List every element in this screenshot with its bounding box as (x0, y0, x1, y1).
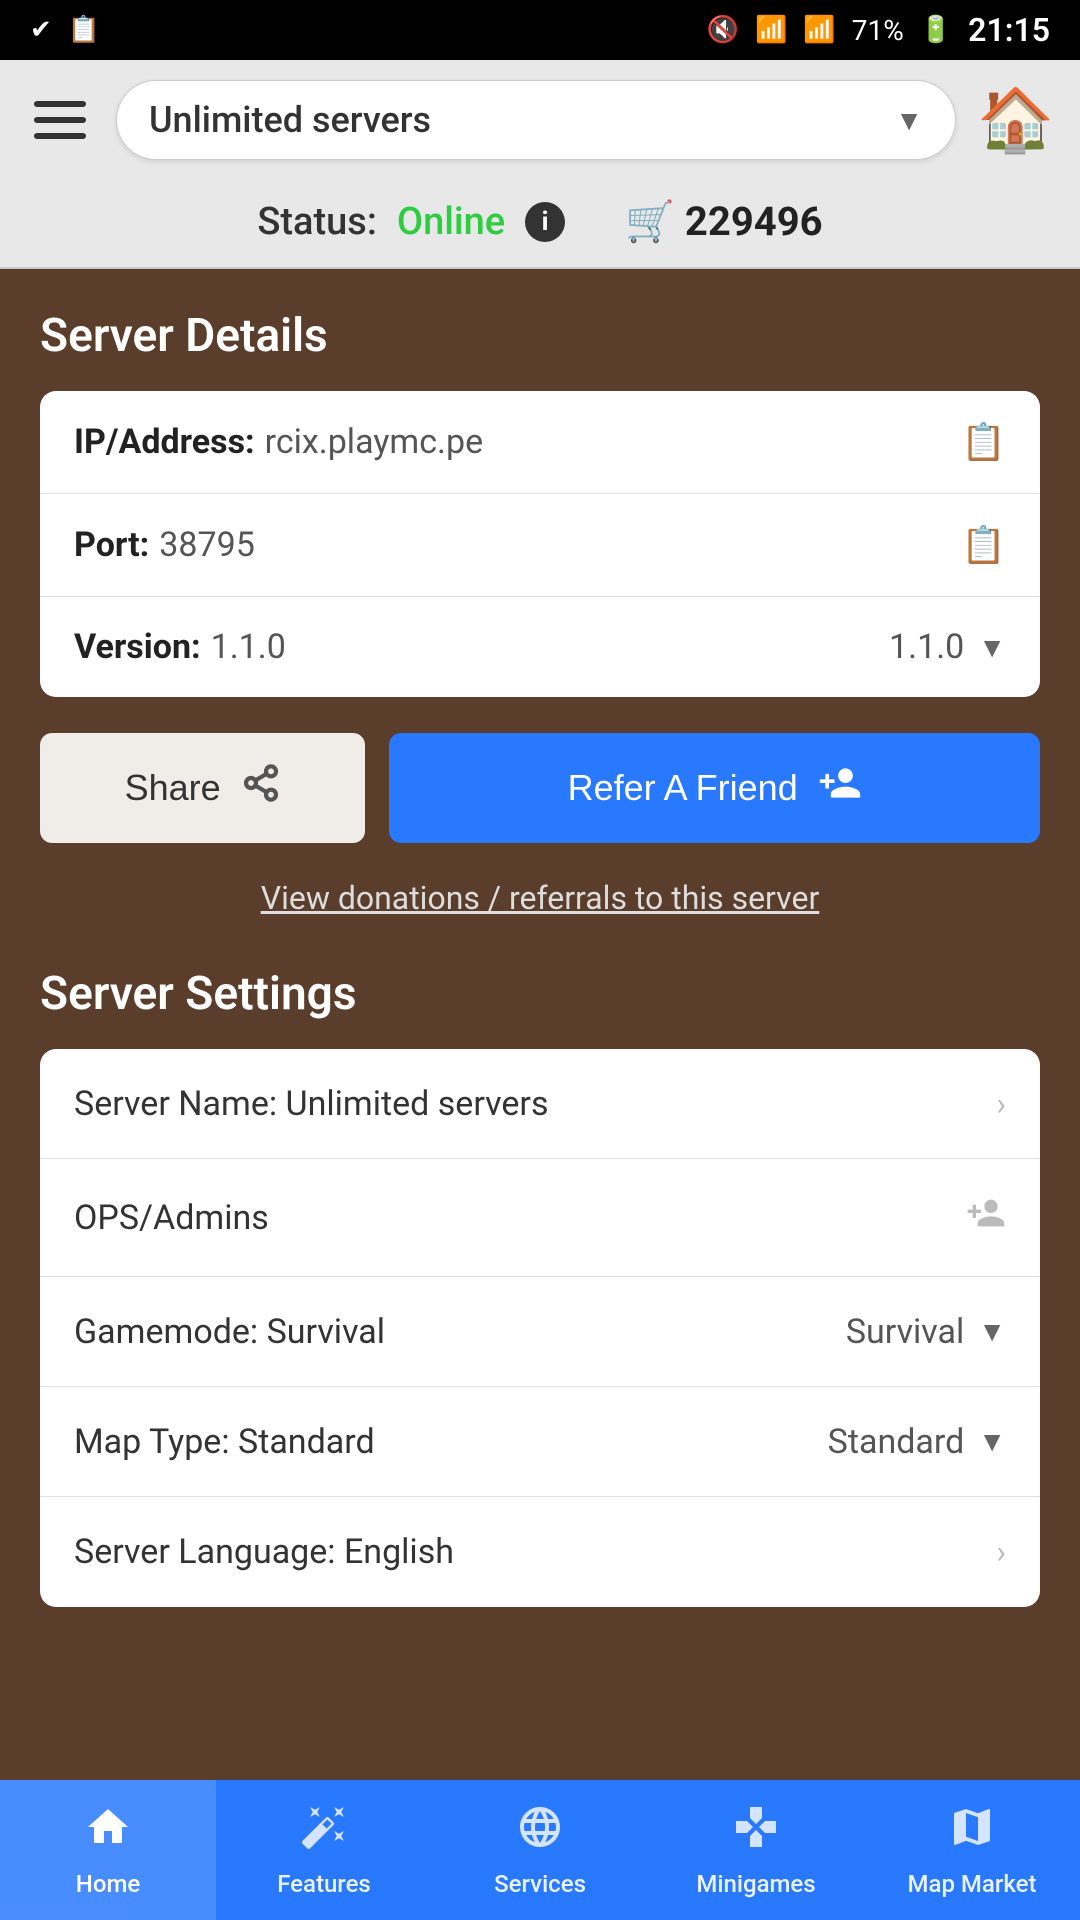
nav-minigames-icon (732, 1803, 780, 1862)
maptype-value: Standard (828, 1422, 965, 1462)
app-icon-1: ✔ (30, 15, 52, 45)
nav-home-label: Home (76, 1870, 140, 1898)
settings-language-arrow-icon: › (996, 1533, 1006, 1571)
server-dropdown-label: Unlimited servers (149, 99, 431, 141)
ip-row: IP/Address: rcix.playmc.pe 📋 (40, 391, 1040, 494)
version-selected-label: 1.1.0 (889, 627, 964, 667)
gamemode-dropdown[interactable]: Survival ▼ (846, 1312, 1006, 1352)
gamemode-arrow-icon: ▼ (978, 1315, 1006, 1348)
status-value: Online (397, 200, 505, 244)
ip-value: rcix.playmc.pe (265, 422, 962, 462)
settings-row-ops[interactable]: OPS/Admins (40, 1159, 1040, 1277)
nav-item-services[interactable]: Services (432, 1780, 648, 1920)
signal-icon: 📶 (803, 15, 835, 45)
server-settings-card: Server Name: Unlimited servers › OPS/Adm… (40, 1049, 1040, 1607)
nav-item-minigames[interactable]: Minigames (648, 1780, 864, 1920)
wifi-icon: 📶 (755, 15, 787, 45)
nav-map-market-label: Map Market (908, 1870, 1037, 1898)
maptype-dropdown[interactable]: Standard ▼ (828, 1422, 1006, 1462)
port-copy-icon[interactable]: 📋 (961, 524, 1006, 566)
battery-icon: 🔋 (920, 15, 952, 45)
status-row: Status: Online i 🛒 229496 (0, 180, 1080, 269)
settings-language-label: Server Language: English (74, 1532, 996, 1572)
app-icon-2: 📋 (68, 15, 100, 45)
refer-button-label: Refer A Friend (568, 767, 798, 809)
battery-label: 71% (852, 14, 904, 47)
version-value: 1.1.0 (211, 627, 889, 667)
nav-item-map-market[interactable]: Map Market (864, 1780, 1080, 1920)
server-details-card: IP/Address: rcix.playmc.pe 📋 Port: 38795… (40, 391, 1040, 697)
nav-features-icon (300, 1803, 348, 1862)
cart-section[interactable]: 🛒 229496 (625, 198, 823, 245)
settings-name-arrow-icon: › (996, 1085, 1006, 1123)
ip-label: IP/Address: (74, 422, 255, 462)
share-button-label: Share (125, 767, 221, 809)
port-value: 38795 (159, 525, 961, 565)
server-dropdown-arrow-icon: ▼ (895, 104, 923, 137)
share-button[interactable]: Share (40, 733, 365, 843)
settings-maptype-label: Map Type: Standard (74, 1422, 828, 1462)
hamburger-line-3 (34, 133, 86, 139)
nav-item-features[interactable]: Features (216, 1780, 432, 1920)
nav-services-label: Services (494, 1870, 586, 1898)
share-icon (241, 763, 281, 813)
donations-link-section: View donations / referrals to this serve… (40, 879, 1040, 917)
server-settings-title: Server Settings (40, 967, 1040, 1021)
settings-row-gamemode[interactable]: Gamemode: Survival Survival ▼ (40, 1277, 1040, 1387)
donations-link[interactable]: View donations / referrals to this serve… (261, 879, 820, 917)
cart-icon: 🛒 (625, 198, 675, 245)
ip-copy-icon[interactable]: 📋 (961, 421, 1006, 463)
nav-minigames-label: Minigames (696, 1870, 815, 1898)
hamburger-menu[interactable] (24, 91, 96, 149)
server-details-title: Server Details (40, 309, 1040, 363)
refer-friend-icon (818, 761, 862, 815)
home-icon: 🏠 (977, 84, 1054, 157)
version-dropdown[interactable]: 1.1.0 ▼ (889, 627, 1006, 667)
bottom-nav: Home Features Services Minigames (0, 1780, 1080, 1920)
info-icon-label: i (542, 207, 549, 237)
refer-button[interactable]: Refer A Friend (389, 733, 1040, 843)
main-content: Server Details IP/Address: rcix.playmc.p… (0, 269, 1080, 1803)
nav-features-label: Features (277, 1870, 371, 1898)
status-bar: ✔ 📋 🔇 📶 📶 71% 🔋 21:15 (0, 0, 1080, 60)
settings-gamemode-label: Gamemode: Survival (74, 1312, 846, 1352)
settings-row-language[interactable]: Server Language: English › (40, 1497, 1040, 1607)
hamburger-line-2 (34, 117, 86, 123)
settings-row-name[interactable]: Server Name: Unlimited servers › (40, 1049, 1040, 1159)
action-buttons: Share Refer A Friend (40, 733, 1040, 843)
port-label: Port: (74, 525, 149, 565)
version-dropdown-arrow-icon: ▼ (978, 631, 1006, 664)
nav-home-icon (84, 1803, 132, 1862)
port-row: Port: 38795 📋 (40, 494, 1040, 597)
version-row: Version: 1.1.0 1.1.0 ▼ (40, 597, 1040, 697)
home-button[interactable]: 🏠 (976, 80, 1056, 160)
settings-row-maptype[interactable]: Map Type: Standard Standard ▼ (40, 1387, 1040, 1497)
add-admin-icon (966, 1193, 1006, 1242)
status-text-label: Status: (257, 200, 377, 244)
server-dropdown[interactable]: Unlimited servers ▼ (116, 80, 956, 160)
info-icon[interactable]: i (525, 202, 565, 242)
mute-icon: 🔇 (707, 15, 739, 45)
status-time: 21:15 (968, 11, 1050, 49)
nav-map-market-icon (948, 1803, 996, 1862)
top-nav: Unlimited servers ▼ 🏠 (0, 60, 1080, 180)
nav-services-icon (516, 1803, 564, 1862)
hamburger-line-1 (34, 101, 86, 107)
nav-item-home[interactable]: Home (0, 1780, 216, 1920)
cart-number: 229496 (685, 198, 823, 245)
settings-ops-label: OPS/Admins (74, 1198, 966, 1238)
gamemode-value: Survival (846, 1312, 964, 1352)
settings-server-name-label: Server Name: Unlimited servers (74, 1084, 996, 1124)
maptype-arrow-icon: ▼ (978, 1425, 1006, 1458)
version-label: Version: (74, 627, 201, 667)
